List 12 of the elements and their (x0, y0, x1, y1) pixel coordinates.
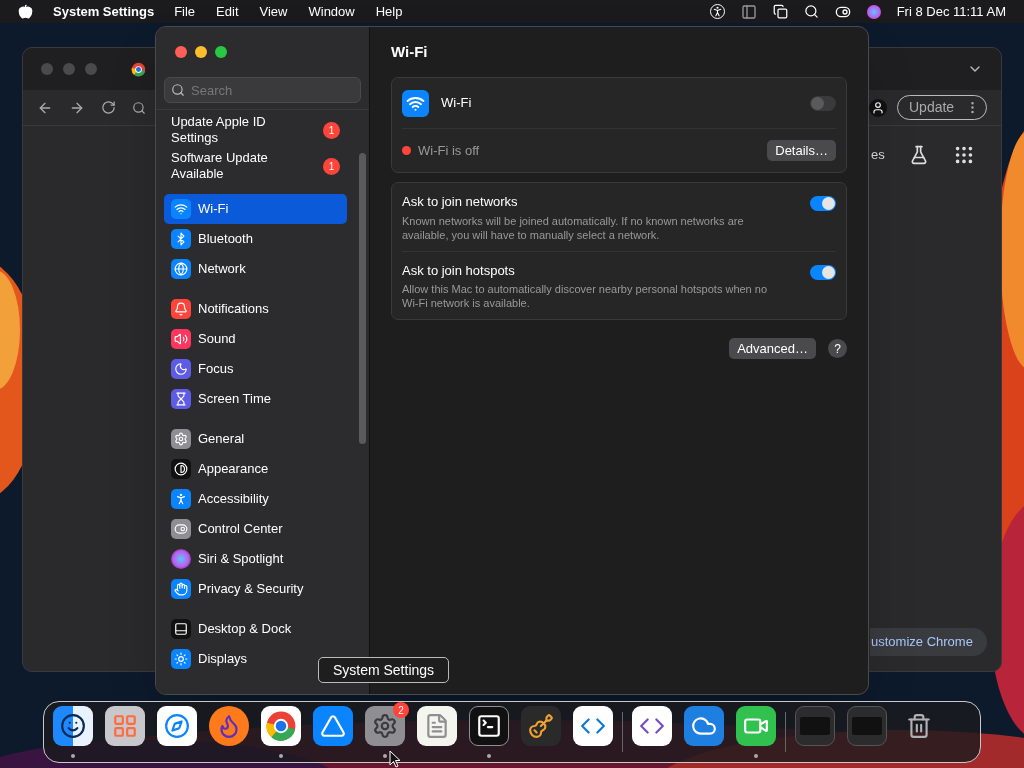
wifi-label: Wi-Fi (441, 94, 473, 113)
tooltip: System Settings (318, 657, 449, 683)
notification-badge: 1 (323, 121, 340, 139)
option-title: Ask to join networks (402, 193, 519, 211)
notification-badge: 2 (393, 702, 409, 718)
page-title: Wi-Fi (391, 41, 429, 62)
wifi-status: Wi-Fi is off (418, 141, 481, 160)
option-description: Allow this Mac to automatically discover nearby personal hotspots when no Wi-Fi network is available. (402, 282, 769, 310)
shortcut-label: es (871, 146, 885, 165)
option-title: Ask to join hotspots (402, 261, 516, 280)
option-description: Known networks will be joined automatically. If no known networks are available, you will have to manually select a network. (402, 213, 745, 242)
notification-badge: 1 (323, 157, 340, 175)
